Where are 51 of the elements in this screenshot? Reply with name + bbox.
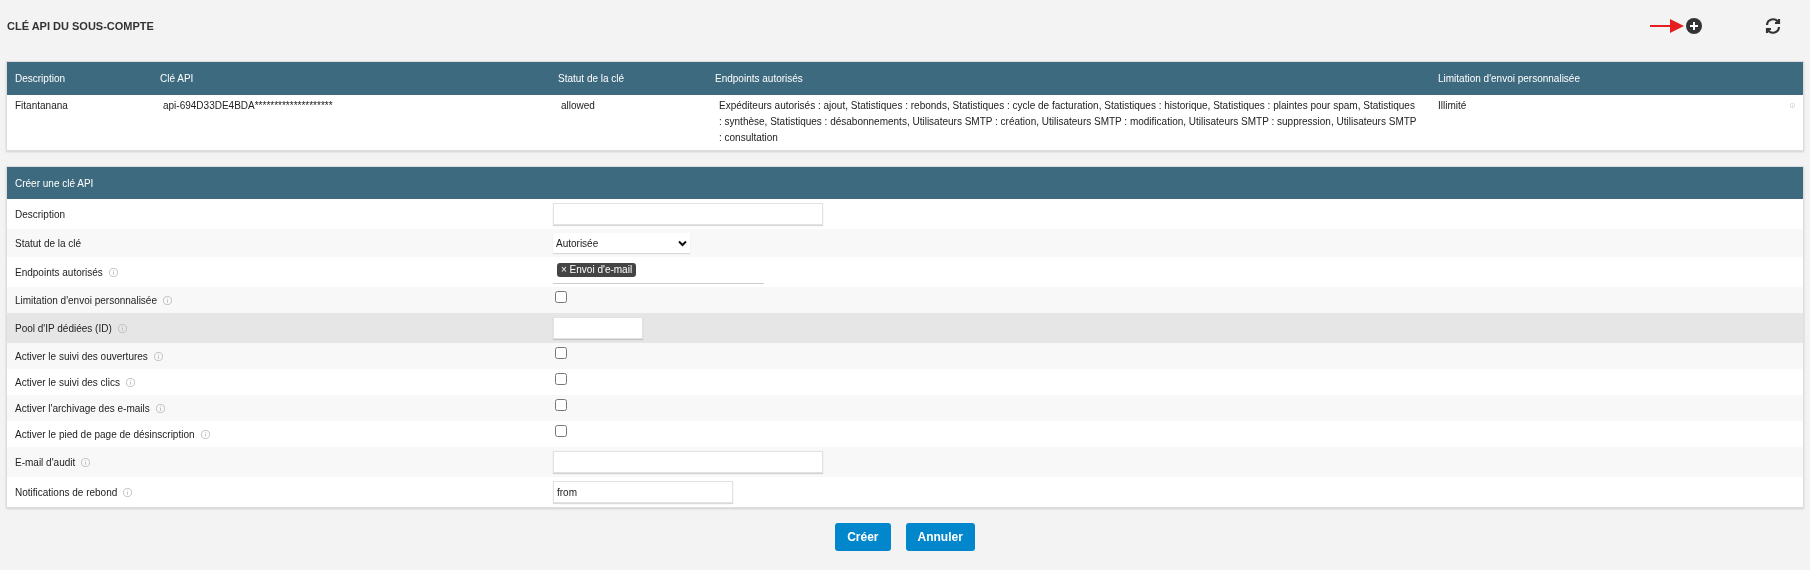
input-field[interactable] [553,317,643,339]
field-label: Activer l'archivage des e-mails [15,401,150,416]
column-header: Statut de la clé [557,72,626,86]
action-button[interactable]: Annuler [905,523,975,551]
info-icon[interactable] [163,295,172,305]
action-button[interactable]: Créer [835,523,891,551]
table-cell-text: Illimité [1437,99,1468,113]
tag-input-field[interactable]: × Envoi d'e-mail [553,260,764,284]
input-field[interactable] [553,451,823,473]
column-header: Description [14,72,67,86]
page-title: CLÉ API DU SOUS-COMPTE [7,18,154,34]
field-label: Description [15,207,66,222]
chevron-down-icon [678,239,687,247]
tag-chip[interactable]: × Envoi d'e-mail [557,263,637,277]
info-icon[interactable] [200,429,210,439]
status-select[interactable]: Autorisée [553,233,690,253]
field-label: Endpoints autorisés [15,265,103,280]
checkbox[interactable] [555,399,567,411]
input-field[interactable]: from [553,481,733,503]
field-label: Notifications de rebond [15,485,118,500]
refresh-icon[interactable] [1764,17,1782,35]
column-header: Limitation d'envoi personnalisée [1437,72,1581,86]
field-label: Activer le suivi des ouvertures [15,349,148,364]
checkbox[interactable] [555,291,567,303]
info-icon[interactable] [153,351,163,361]
field-label: Activer le suivi des clics [15,375,121,390]
info-icon[interactable] [126,377,136,387]
field-label: Activer le pied de page de désinscription [15,427,195,442]
arrow-icon [1650,18,1684,34]
column-header: Clé API [159,72,195,86]
table-cell-text: Expéditeurs autorisés : ajout, Statistiques : rebonds, Statistiques : cycle de facturation, Statistiques : historique, Statistiques : plaintes pour spam, Statistiques : synthèse, Statistiques : désabonnements, Utilisateurs SMTP : création, Utilisateurs SMTP : modification, Utilisateurs SMTP : suppression, Utilisateurs SMTP : consultation [718,99,1418,145]
table-cell-text: api-694D33DE4BDA******************** [162,99,334,113]
checkbox[interactable] [555,373,567,385]
field-label: E-mail d'audit [15,455,76,470]
info-icon[interactable] [117,323,127,333]
info-icon[interactable] [81,457,91,467]
info-icon[interactable] [108,267,118,277]
info-icon[interactable] [155,403,165,413]
field-label: Pool d'IP dédiées (ID) [15,321,112,336]
info-icon[interactable] [1790,101,1795,110]
input-field[interactable] [553,203,823,225]
add-icon[interactable] [1686,18,1702,34]
field-label: Statut de la clé [15,236,82,251]
table-cell-text: allowed [560,99,596,113]
checkbox[interactable] [555,425,567,437]
panel-title: Créer une clé API [15,176,94,191]
checkbox[interactable] [555,347,567,359]
column-header: Endpoints autorisés [714,72,804,86]
info-icon[interactable] [123,487,133,497]
table-cell-text: Fitantanana [14,99,69,113]
field-label: Limitation d'envoi personnalisée [15,293,157,308]
